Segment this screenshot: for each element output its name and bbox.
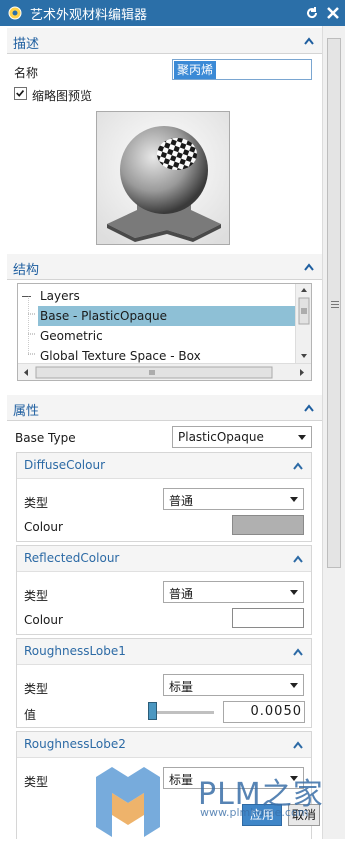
thumbnail-preview-checkbox[interactable] (14, 87, 27, 100)
reflected-type-select[interactable]: 普通 (163, 581, 304, 603)
base-type-label: Base Type (15, 431, 76, 445)
window-title: 艺术外观材料编辑器 (30, 7, 148, 23)
roughness-lobe2-header[interactable]: RoughnessLobe2 (17, 732, 311, 758)
roughness2-type-label: 类型 (24, 775, 49, 789)
name-field-value: 聚丙烯 (174, 61, 217, 79)
tree-horizontal-scrollbar[interactable] (18, 363, 311, 380)
structure-section-header[interactable]: 结构 (7, 254, 322, 280)
reflected-colour-title: ReflectedColour (24, 551, 120, 565)
properties-section-header[interactable]: 属性 (7, 395, 322, 421)
diffuse-colour-label: Colour (24, 520, 63, 534)
roughness-lobe1-group: RoughnessLobe1 类型 标量 值 0.0050 (16, 638, 312, 728)
properties-section-title: 属性 (13, 404, 40, 419)
roughness-lobe2-title: RoughnessLobe2 (24, 737, 126, 751)
reflected-type-label: 类型 (24, 589, 49, 603)
roughness1-value-text: 0.0050 (250, 704, 302, 719)
roughness-lobe1-header[interactable]: RoughnessLobe1 (17, 639, 311, 665)
tree-item-label: Geometric (40, 329, 103, 343)
diffuse-colour-swatch[interactable] (232, 515, 304, 535)
close-icon[interactable] (325, 5, 341, 21)
reflected-colour-label: Colour (24, 613, 63, 627)
reflected-colour-group: ReflectedColour 类型 普通 Colour (16, 545, 312, 635)
roughness-lobe1-title: RoughnessLobe1 (24, 644, 126, 658)
diffuse-colour-group: DiffuseColour 类型 普通 Colour (16, 452, 312, 542)
describe-section-title: 描述 (13, 37, 40, 52)
material-thumbnail (96, 111, 230, 245)
tree-connector-lines (28, 296, 36, 356)
diffuse-colour-title: DiffuseColour (24, 458, 106, 472)
reset-icon[interactable] (304, 5, 320, 21)
roughness1-type-value: 标量 (169, 680, 194, 694)
chevron-down-icon (290, 590, 298, 595)
tree-item-layers[interactable]: Layers (18, 286, 295, 306)
roughness1-slider-handle[interactable] (148, 702, 158, 720)
scroll-arrows-icon (298, 288, 310, 358)
collapse-icon[interactable] (304, 37, 314, 45)
name-label: 名称 (14, 66, 39, 80)
diffuse-type-select[interactable]: 普通 (163, 488, 304, 510)
app-icon (8, 6, 22, 20)
describe-section-header[interactable]: 描述 (7, 28, 322, 54)
chevron-down-icon (290, 497, 298, 502)
check-icon (16, 89, 25, 97)
chevron-down-icon (290, 683, 298, 688)
thumbnail-preview-label: 缩略图预览 (32, 89, 93, 103)
scroll-arrows-icon (24, 366, 304, 379)
roughness1-slider-track[interactable] (148, 711, 214, 714)
collapse-icon[interactable] (304, 404, 314, 412)
tree-vertical-scrollbar[interactable] (295, 284, 311, 364)
roughness1-type-select[interactable]: 标量 (163, 674, 304, 696)
title-bar: 艺术外观材料编辑器 (0, 0, 345, 26)
diffuse-type-label: 类型 (24, 496, 49, 510)
collapse-icon[interactable] (293, 741, 303, 749)
diffuse-type-value: 普通 (169, 494, 194, 508)
watermark: PLM之家 www.plmhome.com (90, 757, 345, 839)
name-field[interactable]: 聚丙烯 (172, 59, 312, 80)
base-type-select[interactable]: PlasticOpaque (172, 426, 312, 448)
chevron-down-icon (298, 435, 306, 440)
collapse-icon[interactable] (293, 555, 303, 563)
dialog-body: 描述 名称 聚丙烯 缩略图预览 结构 Layers Base - Plastic… (0, 26, 322, 839)
base-type-value: PlasticOpaque (178, 430, 264, 444)
watermark-url: www.plmhome.com (200, 806, 309, 819)
roughness1-type-label: 类型 (24, 682, 49, 696)
structure-tree[interactable]: Layers Base - PlasticOpaque Geometric Gl… (17, 283, 312, 381)
collapse-icon[interactable] (293, 648, 303, 656)
reflected-colour-swatch[interactable] (232, 608, 304, 628)
material-sphere-image (97, 112, 229, 244)
reflected-type-value: 普通 (169, 587, 194, 601)
reflected-colour-header[interactable]: ReflectedColour (17, 546, 311, 572)
roughness1-value-field[interactable]: 0.0050 (223, 701, 305, 723)
tree-item-geometric[interactable]: Geometric (18, 326, 295, 346)
diffuse-colour-header[interactable]: DiffuseColour (17, 453, 311, 479)
collapse-icon[interactable] (304, 263, 314, 271)
scrollbar-thumb[interactable] (327, 38, 341, 568)
collapse-icon[interactable] (293, 462, 303, 470)
structure-section-title: 结构 (13, 263, 40, 278)
grip-icon (331, 301, 339, 308)
tree-item-label: Base - PlasticOpaque (38, 306, 295, 326)
roughness1-value-label: 值 (24, 708, 37, 722)
tree-item-base[interactable]: Base - PlasticOpaque (18, 306, 295, 326)
main-vertical-scrollbar[interactable] (322, 26, 345, 839)
tree-item-label: Layers (40, 289, 80, 303)
